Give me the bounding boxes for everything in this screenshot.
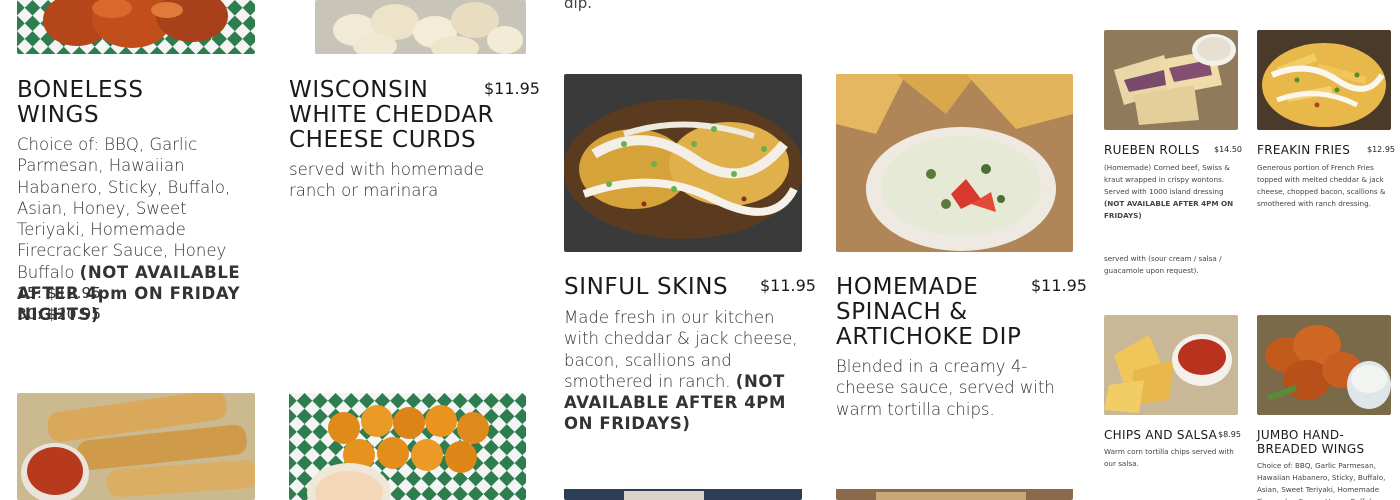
boneless-wings-photo[interactable] [17,0,255,54]
freakin-fries-photo[interactable] [1257,30,1391,130]
availability-note: (NOT AVAILABLE AFTER 4PM ON FRIDAYS) [1104,199,1234,220]
title-line: WISCONSIN [289,77,429,103]
sinful-skins-description: Made fresh in our kitchen with cheddar &… [564,307,804,435]
dip-note: served with (sour cream / salsa / guacam… [1104,254,1222,275]
title-line: CHEESE CURDS [289,127,477,153]
cheese-curds-description: served with homemade ranch or marinara [289,160,485,201]
boneless-wings-size-30: 30: $20.95 [17,305,102,323]
jumbo-wings-description: Choice of: BBQ, Garlic Parmesan, Hawaiia… [1257,461,1386,500]
title-line: WINGS [17,102,100,128]
cheese-curds-photo[interactable] [315,0,526,54]
title-line: BONELESS [17,77,144,103]
description-text: Choice of: BBQ, Garlic Parmesan, Hawaiia… [17,135,231,282]
sinful-skins-title: SINFUL SKINS [564,274,729,300]
rueben-rolls-photo[interactable] [1104,30,1238,130]
cut-off-text-fragment: dip. [564,0,592,12]
title-line: SPINACH & [836,299,968,325]
spinach-dip-price: $11.95 [1031,276,1087,295]
egg-rolls-photo[interactable] [17,393,255,500]
title-line: JUMBO HAND- [1257,428,1345,442]
rueben-rolls-price: $14.50 [1214,145,1242,154]
freakin-fries-title: FREAKIN FRIES [1257,143,1351,157]
jumbo-wings-photo[interactable] [1257,315,1391,415]
sinful-skins-photo[interactable] [564,74,802,252]
cheese-curds-price: $11.95 [484,79,540,98]
rueben-rolls-description: (Homemade) Corned beef, Swiss & kraut wr… [1104,162,1236,222]
chips-salsa-title: CHIPS AND SALSA [1104,428,1218,442]
chips-salsa-description: Warm corn tortilla chips served with our… [1104,447,1234,468]
spinach-dip-description: Blended in a creamy 4-cheese sauce, serv… [836,357,1055,419]
boneless-wings-title: BONELESS WINGS [17,78,144,128]
spinach-dip-photo[interactable] [836,74,1073,252]
description-text: (Homemade) Corned beef, Swiss & kraut wr… [1104,163,1230,196]
title-line: BREADED WINGS [1257,442,1365,456]
title-line: WHITE CHEDDAR [289,102,495,128]
cheese-curds-title: WISCONSIN WHITE CHEDDAR CHEESE CURDS [289,78,494,153]
sinful-skins-price: $11.95 [760,276,816,295]
next-item-photo-col3[interactable] [564,488,802,500]
rueben-rolls-title: RUEBEN ROLLS [1104,143,1200,157]
title-line: HOMEMADE [836,274,979,300]
freakin-fries-price: $12.95 [1367,145,1395,154]
next-item-photo-col4[interactable] [836,488,1073,500]
boneless-wings-size-15: 15: $12.95 [17,284,102,302]
chips-salsa-price: $8.95 [1218,430,1241,439]
jumbo-wings-title: JUMBO HAND- BREADED WINGS [1257,428,1364,456]
freakin-fries-description: Generous portion of French Fries topped … [1257,163,1386,208]
spinach-dip-title: HOMEMADE SPINACH & ARTICHOKE DIP [836,275,1021,350]
chips-salsa-photo[interactable] [1104,315,1238,415]
title-line: ARTICHOKE DIP [836,324,1022,350]
cheese-balls-photo[interactable] [289,393,526,500]
